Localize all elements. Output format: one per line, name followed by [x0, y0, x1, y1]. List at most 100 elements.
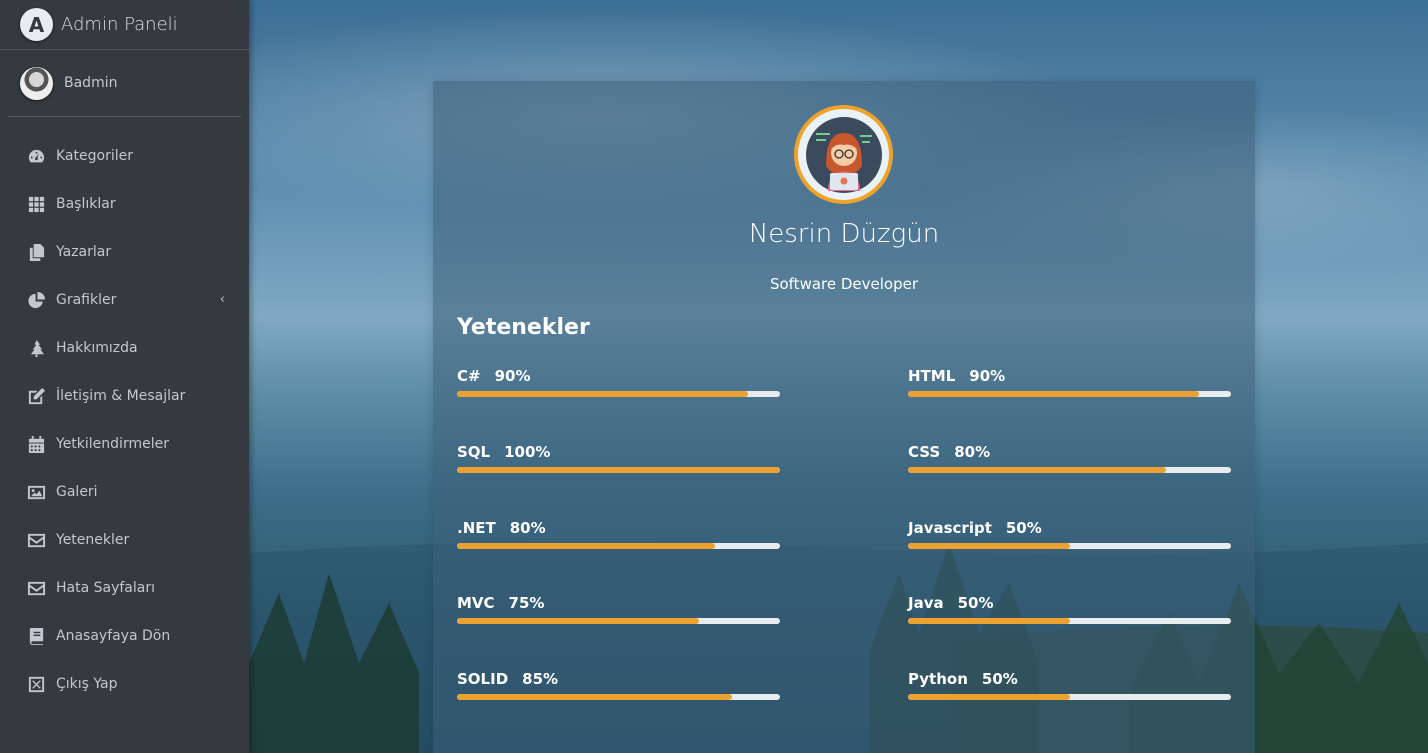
sidebar-item-grafikler[interactable]: Grafikler ‹ — [0, 276, 249, 324]
skill-name: CSS — [908, 442, 941, 461]
skills-heading: Yetenekler — [457, 315, 590, 340]
sidebar-item-label: Yetkilendirmeler — [56, 436, 169, 452]
skill-label: HTML 90% — [908, 367, 1231, 385]
skill-progress-fill — [908, 391, 1199, 397]
skill-percent: 85% — [522, 670, 559, 688]
skill-progress-bar — [457, 466, 780, 473]
skill-row: Python 50% — [908, 670, 1231, 710]
skill-name: C# — [457, 367, 481, 385]
dashboard-gauge-icon — [26, 146, 46, 166]
sidebar-item-label: Galeri — [56, 484, 98, 500]
skill-progress-bar — [908, 466, 1231, 473]
sidebar-item-galeri[interactable]: Galeri — [0, 468, 249, 516]
skill-name: .NET — [457, 518, 496, 537]
sidebar-item-kategoriler[interactable]: Kategoriler — [0, 132, 249, 180]
skill-name: SOLID — [457, 670, 509, 688]
skill-percent: 100% — [504, 442, 551, 461]
tree-icon — [26, 338, 46, 358]
skill-row: HTML 90% — [908, 367, 1231, 407]
profile-name: Nesrin Düzgün — [748, 219, 940, 249]
skill-label: Javascript 50% — [908, 519, 1231, 537]
sidebar-item-label: Hata Sayfaları — [56, 580, 155, 596]
skill-progress-bar — [457, 391, 780, 397]
sidebar-item-label: Grafikler — [56, 292, 117, 308]
user-panel[interactable]: Badmin — [8, 50, 241, 117]
user-avatar — [20, 66, 53, 100]
skill-percent: 80% — [954, 442, 991, 461]
skill-name: Python — [908, 670, 968, 688]
edit-icon — [26, 386, 46, 406]
sidebar-item-label: Yetenekler — [56, 532, 130, 548]
skill-progress-fill — [908, 466, 1167, 473]
skill-percent: 90% — [494, 367, 531, 385]
sidebar-item-yazarlar[interactable]: Yazarlar — [0, 228, 249, 276]
skill-label: SOLID 85% — [457, 670, 780, 688]
sidebar-item-basliklar[interactable]: Başlıklar — [0, 180, 249, 228]
chevron-left-icon[interactable]: ‹ — [220, 292, 225, 307]
skill-row: Javascript 50% — [908, 519, 1231, 559]
skill-progress-fill — [908, 542, 1070, 549]
pie-chart-icon — [26, 290, 46, 310]
sidebar-nav: Kategoriler Başlıklar Yazarlar Grafikler… — [0, 132, 249, 708]
envelope-icon — [26, 578, 46, 598]
main-content: Nesrin Düzgün Software Developer Yetenek… — [249, 0, 1428, 753]
image-icon — [26, 482, 46, 502]
book-icon — [26, 626, 46, 646]
sidebar-item-label: Kategoriler — [56, 148, 133, 164]
skill-row: SQL 100% — [457, 443, 780, 483]
user-name[interactable]: Badmin — [64, 75, 117, 91]
sidebar-item-yetenekler[interactable]: Yetenekler — [0, 516, 249, 564]
skill-name: HTML — [908, 367, 956, 385]
skill-progress-fill — [457, 694, 732, 700]
skill-progress-fill — [457, 542, 716, 549]
skill-progress-fill — [457, 391, 748, 397]
sidebar-item-label: Yazarlar — [56, 244, 112, 260]
developer-illustration-icon — [805, 116, 882, 193]
sidebar-item-anasayfaya-don[interactable]: Anasayfaya Dön — [0, 612, 249, 660]
skill-name: Java — [908, 594, 944, 613]
brand-logo: A — [20, 8, 53, 41]
skill-progress-bar — [908, 542, 1231, 549]
skill-row: Java 50% — [908, 594, 1231, 634]
skill-name: MVC — [457, 594, 495, 613]
skill-progress-fill — [457, 466, 780, 473]
skill-row: SOLID 85% — [457, 670, 780, 710]
brand-name: Admin Paneli — [61, 14, 178, 35]
grid-icon — [26, 194, 46, 214]
sidebar-item-label: Başlıklar — [56, 196, 116, 212]
skill-percent: 50% — [1005, 518, 1042, 537]
skill-progress-bar — [457, 618, 780, 625]
skill-label: MVC 75% — [457, 594, 780, 612]
calendar-icon — [26, 434, 46, 454]
skill-label: CSS 80% — [908, 443, 1231, 461]
copy-files-icon — [26, 242, 46, 262]
skill-progress-bar — [908, 391, 1231, 397]
skill-percent: 75% — [508, 594, 545, 613]
profile-title: Software Developer — [769, 275, 919, 293]
skill-percent: 80% — [509, 518, 546, 537]
skill-progress-bar — [457, 542, 780, 549]
sidebar-item-label: Çıkış Yap — [56, 676, 118, 692]
skill-row: .NET 80% — [457, 519, 780, 559]
sidebar-item-yetkilendirmeler[interactable]: Yetkilendirmeler — [0, 420, 249, 468]
sidebar-item-hata-sayfalari[interactable]: Hata Sayfaları — [0, 564, 249, 612]
skill-name: Javascript — [908, 518, 992, 537]
skill-name: SQL — [457, 442, 491, 461]
sidebar-item-iletisim[interactable]: İletişim & Mesajlar — [0, 372, 249, 420]
skill-progress-bar — [457, 694, 780, 700]
sidebar-item-hakkimizda[interactable]: Hakkımızda — [0, 324, 249, 372]
skill-label: Java 50% — [908, 594, 1231, 612]
skill-row: MVC 75% — [457, 594, 780, 634]
skill-percent: 90% — [969, 367, 1006, 385]
brand-logo-letter: A — [28, 12, 45, 37]
sidebar-item-label: Hakkımızda — [56, 340, 138, 356]
skill-progress-fill — [908, 618, 1070, 625]
sidebar-item-label: Anasayfaya Dön — [56, 628, 171, 644]
skill-label: .NET 80% — [457, 519, 780, 537]
skill-row: CSS 80% — [908, 443, 1231, 483]
sidebar-item-cikis-yap[interactable]: Çıkış Yap — [0, 660, 249, 708]
brand-link[interactable]: A Admin Paneli — [0, 0, 249, 50]
skill-progress-bar — [908, 618, 1231, 625]
skill-label: SQL 100% — [457, 443, 780, 461]
skill-percent: 50% — [981, 670, 1018, 688]
